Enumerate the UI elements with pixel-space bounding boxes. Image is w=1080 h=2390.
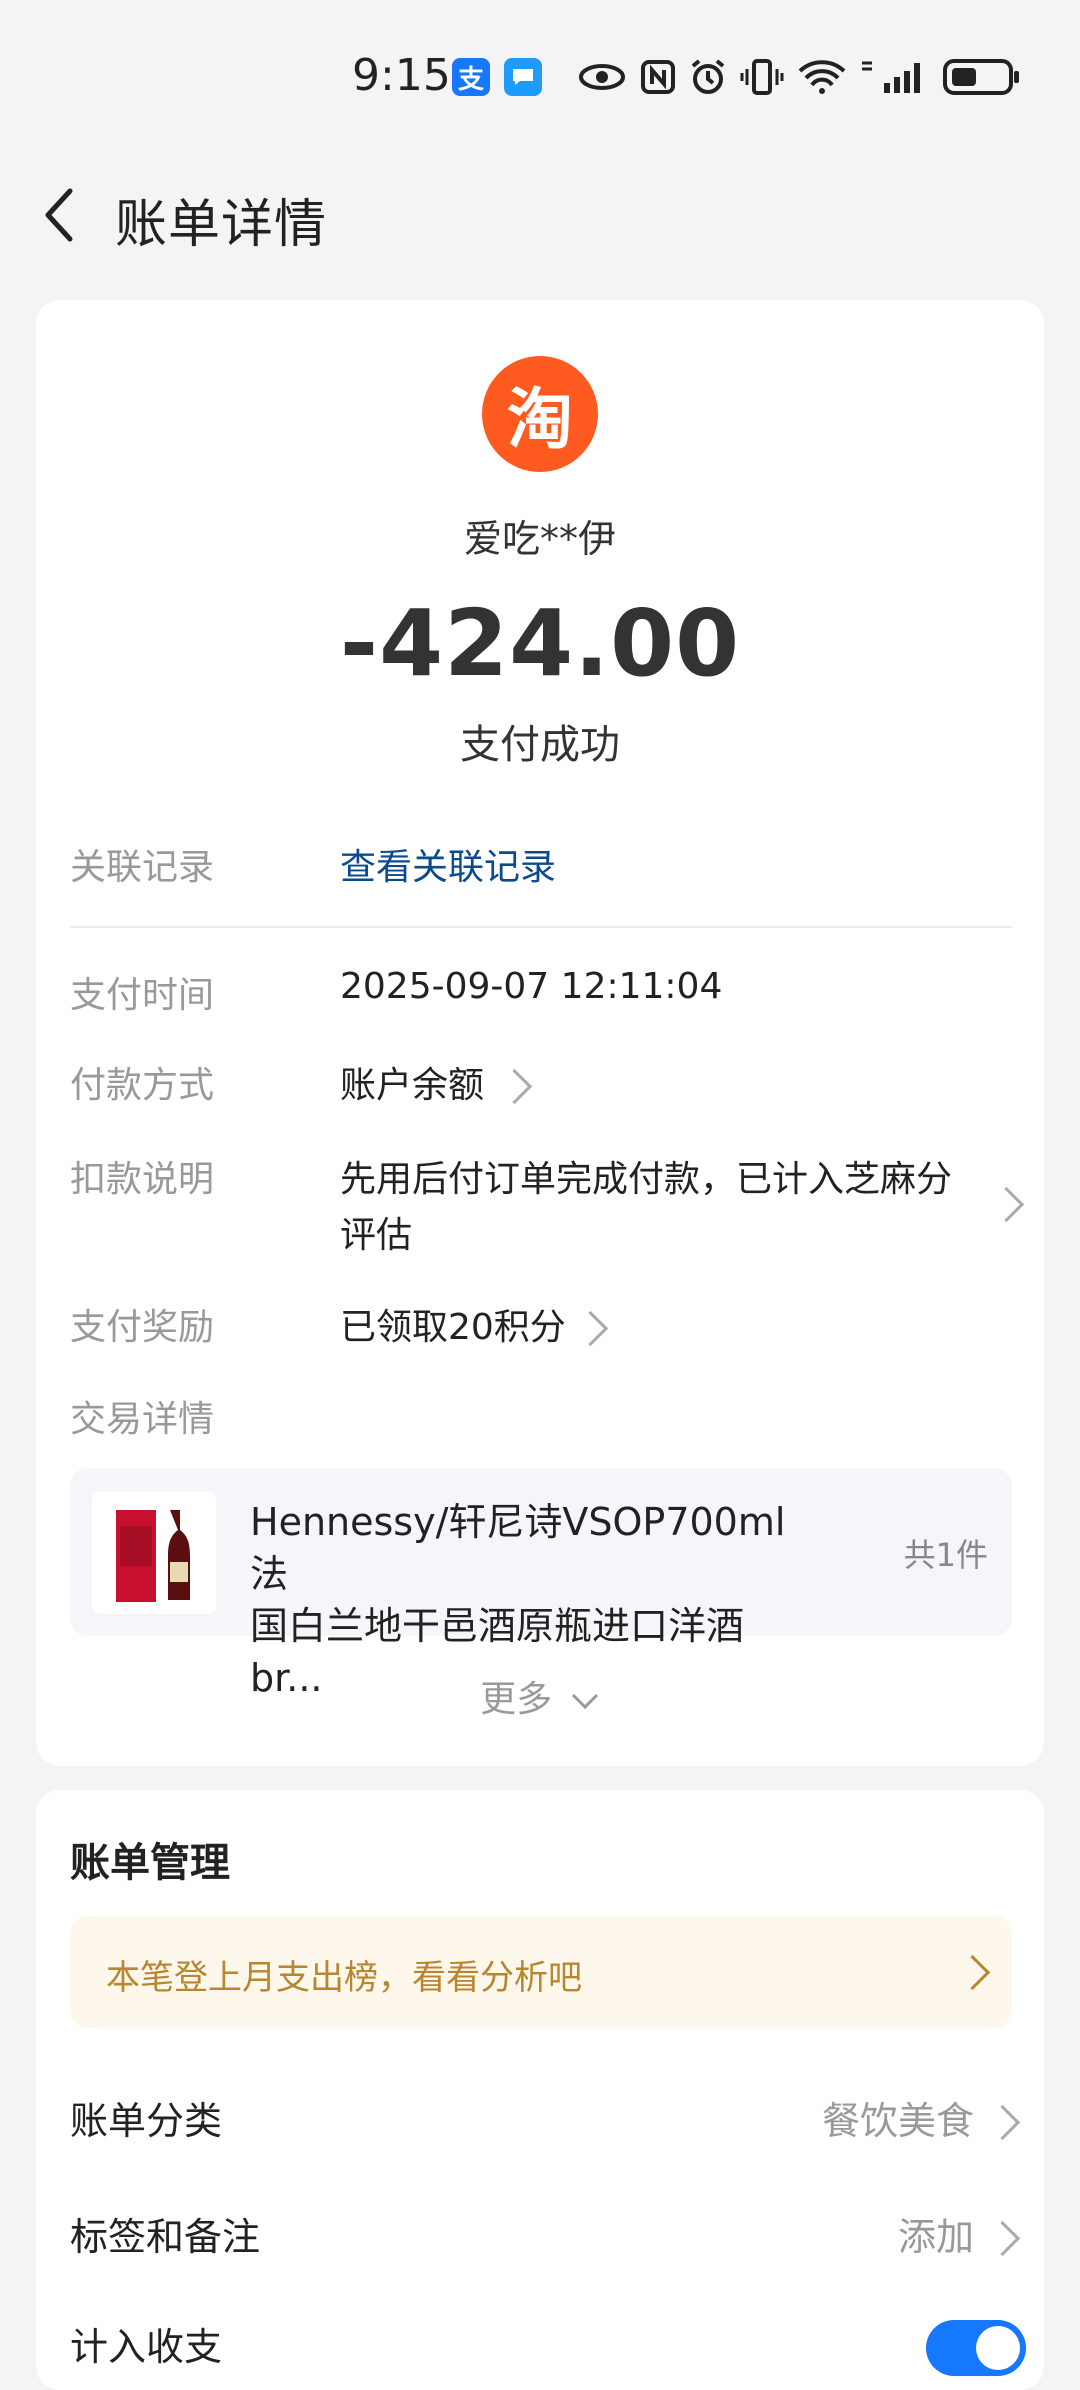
status-bar: 9:15 支 xyxy=(0,0,1080,150)
banner-text: 本笔登上月支出榜，看看分析吧 xyxy=(106,1958,582,1998)
chevron-right-icon xyxy=(954,1954,991,1991)
spending-rank-banner[interactable]: 本笔登上月支出榜，看看分析吧 xyxy=(70,1916,1012,2028)
chevron-right-icon xyxy=(984,2220,1021,2257)
trade-details-label: 交易详情 xyxy=(70,1399,215,1440)
bill-summary-card: 淘 爱吃**伊 -424.00 支付成功 关联记录 查看关联记录 支付时间 20… xyxy=(36,300,1044,1766)
chevron-right-icon xyxy=(496,1068,533,1105)
nfc-icon xyxy=(640,58,676,96)
product-image xyxy=(92,1492,216,1614)
bill-category-value[interactable]: 餐饮美食 xyxy=(822,2090,974,2145)
alipay-notification-icon: 支 xyxy=(452,58,490,96)
deduction-note-label: 扣款说明 xyxy=(70,1159,215,1200)
pay-time-value: 2025-09-07 12:11:04 xyxy=(340,966,723,1007)
amount: -424.00 xyxy=(339,590,741,697)
related-record-label: 关联记录 xyxy=(70,847,215,888)
toggle-knob xyxy=(976,2326,1020,2370)
back-button[interactable] xyxy=(28,180,88,250)
merchant-name: 爱吃**伊 xyxy=(463,517,616,561)
product-quantity: 共1件 xyxy=(903,1536,988,1574)
taobao-logo-icon: 淘 xyxy=(482,356,598,472)
vibrate-icon xyxy=(740,58,784,96)
battery-icon xyxy=(942,58,1022,96)
product-title-line1: Hennessy/轩尼诗VSOP700ml法 xyxy=(250,1500,786,1596)
tags-notes-add[interactable]: 添加 xyxy=(898,2206,974,2261)
count-in-budget-label: 计入收支 xyxy=(70,2325,223,2369)
chevron-down-icon xyxy=(571,1693,598,1710)
view-related-record-link[interactable]: 查看关联记录 xyxy=(340,838,556,890)
deduction-note-line2[interactable]: 评估 xyxy=(340,1206,412,1258)
chevron-right-icon xyxy=(984,2104,1021,2141)
bill-management-card: 账单管理 本笔登上月支出榜，看看分析吧 账单分类 餐饮美食 标签和备注 添加 计… xyxy=(36,1790,1044,2390)
chevron-right-icon xyxy=(988,1186,1025,1223)
alarm-icon xyxy=(688,58,728,96)
payment-status: 支付成功 xyxy=(460,722,620,768)
wifi-icon xyxy=(796,58,848,96)
payment-reward-value[interactable]: 已领取20积分 xyxy=(340,1298,566,1350)
tags-notes-label: 标签和备注 xyxy=(70,2215,261,2259)
bill-management-title: 账单管理 xyxy=(70,1840,230,1886)
cellular-signal-icon xyxy=(860,58,930,96)
payment-method-label: 付款方式 xyxy=(70,1065,215,1106)
back-arrow-icon xyxy=(45,188,73,242)
bill-category-label: 账单分类 xyxy=(70,2099,223,2143)
top-nav: 账单详情 xyxy=(0,160,1080,260)
more-button[interactable]: 更多 xyxy=(36,1670,1044,1722)
status-time: 9:15 xyxy=(352,50,451,101)
eye-icon xyxy=(578,58,626,96)
payment-reward-label: 支付奖励 xyxy=(70,1307,215,1348)
more-label: 更多 xyxy=(480,1679,553,1720)
pay-time-label: 支付时间 xyxy=(70,975,215,1016)
deduction-note-line1[interactable]: 先用后付订单完成付款，已计入芝麻分 xyxy=(340,1150,952,1202)
divider xyxy=(70,926,1012,928)
count-in-budget-toggle[interactable] xyxy=(926,2320,1026,2376)
chevron-right-icon xyxy=(572,1310,609,1347)
message-notification-icon xyxy=(504,58,542,96)
payment-method-value[interactable]: 账户余额 xyxy=(340,1056,484,1108)
product-item[interactable]: Hennessy/轩尼诗VSOP700ml法 国白兰地干邑酒原瓶进口洋酒br..… xyxy=(70,1468,1012,1700)
page-title: 账单详情 xyxy=(115,195,328,255)
